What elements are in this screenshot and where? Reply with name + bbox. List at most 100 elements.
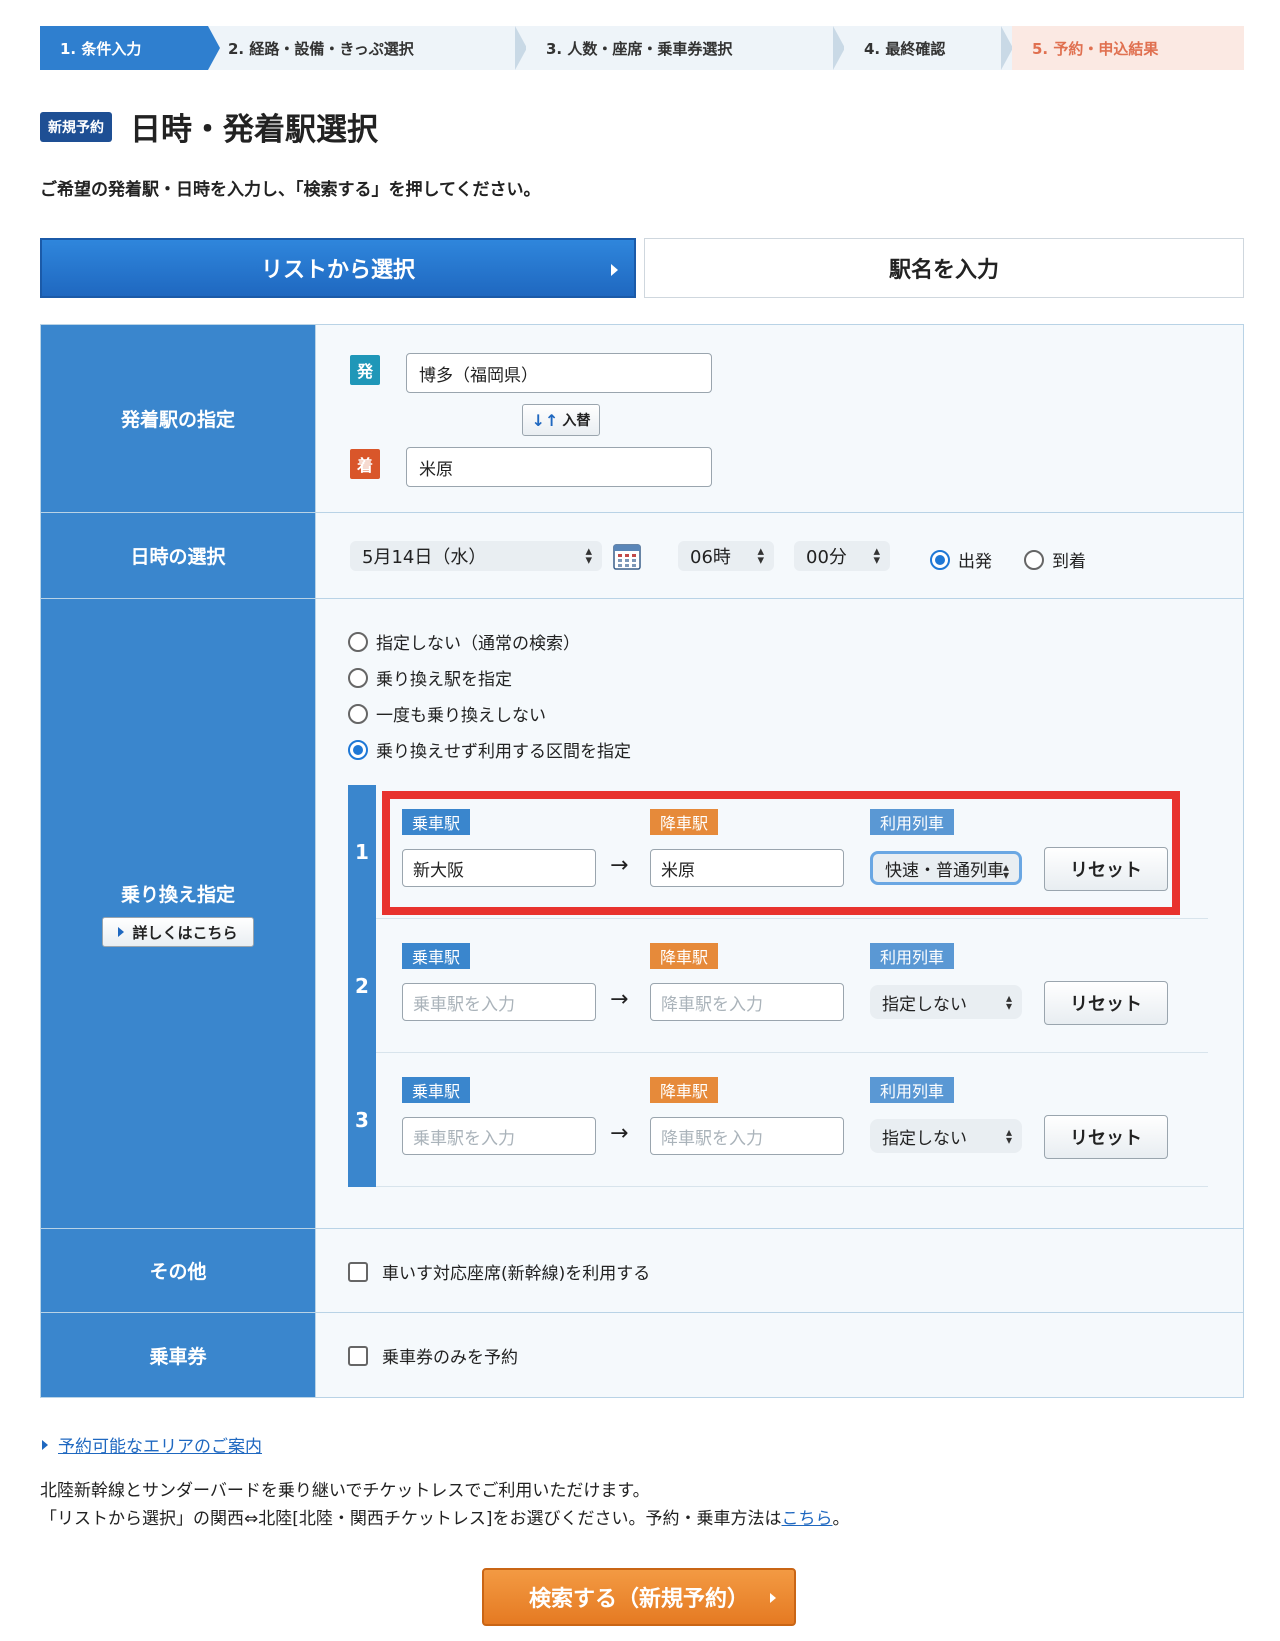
minute-value: 00分 (806, 547, 847, 568)
datetime-label-text: 日時の選択 (130, 546, 226, 568)
step-1: 1. 条件入力 (40, 26, 220, 70)
step-3: 3. 人数・座席・乗車券選択 (526, 26, 845, 70)
transfer-label-text: 乗り換え指定 (120, 884, 235, 906)
transfer-details-button[interactable]: 詳しくはこちら (102, 917, 254, 947)
alighting-station-value: 米原 (661, 860, 695, 881)
tab-select-from-list[interactable]: リストから選択 (40, 238, 636, 298)
calendar-icon[interactable] (612, 541, 642, 571)
step-5: 5. 予約・申込結果 (1012, 26, 1244, 70)
triangle-right-icon (770, 1593, 776, 1603)
boarding-station-input[interactable]: 新大阪 (402, 849, 596, 887)
step-3-label: 3. 人数・座席・乗車券選択 (546, 39, 733, 58)
datetime-row: 日時の選択 5月14日（水） ▴ ▾ 06時 ▴ ▾ 00分 ▴ ▾ 出発 到着 (41, 513, 1243, 599)
reset-label: リセット (1070, 994, 1142, 1015)
departure-radio-label: 出発 (958, 552, 992, 572)
triangle-right-icon (611, 264, 618, 276)
train-tag: 利用列車 (870, 943, 955, 969)
boarding-station-placeholder: 乗車駅を入力 (413, 1128, 515, 1149)
arrow-right-icon: → (610, 853, 629, 878)
arrival-station-value: 米原 (419, 459, 453, 480)
date-value: 5月14日（水） (362, 547, 487, 568)
transfer-option-label: 一度も乗り換えしない (376, 706, 546, 726)
alighting-station-placeholder: 降車駅を入力 (661, 994, 763, 1015)
alighting-station-placeholder: 降車駅を入力 (661, 1128, 763, 1149)
ticket-label: 乗車券 (41, 1313, 316, 1397)
reset-button[interactable]: リセット (1044, 1115, 1168, 1159)
stations-content: 発 博多（福岡県） ↓↑ 入替 着 米原 (316, 325, 1243, 512)
ticket-only-label: 乗車券のみを予約 (382, 1348, 518, 1368)
transfer-option-label: 乗り換え駅を指定 (376, 670, 512, 690)
train-select-value: 指定しない (882, 1128, 967, 1149)
tab-enter-station-name-label: 駅名を入力 (888, 258, 999, 283)
step-5-label: 5. 予約・申込結果 (1032, 39, 1159, 58)
boarding-station-input[interactable]: 乗車駅を入力 (402, 1117, 596, 1155)
minute-select[interactable]: 00分 ▴ ▾ (794, 541, 890, 571)
alighting-station-input[interactable]: 降車駅を入力 (650, 983, 844, 1021)
train-select-value: 指定しない (882, 994, 967, 1015)
note-text-2-prefix: 「リストから選択」の関西⇔北陸[北陸・関西チケットレス]をお選びください。予約・… (40, 1509, 782, 1529)
boarding-station-tag: 乗車駅 (402, 809, 471, 835)
train-select[interactable]: 快速・普通列車 ▴ ▾ (870, 851, 1022, 885)
reset-button[interactable]: リセット (1044, 981, 1168, 1025)
step-4-label: 4. 最終確認 (864, 39, 946, 58)
note-text-2-suffix: 。 (832, 1509, 850, 1529)
segment-number: 2 (348, 919, 376, 1053)
radio-dot (348, 631, 368, 652)
ticket-only-checkbox[interactable]: 乗車券のみを予約 (348, 1343, 518, 1368)
arrival-radio[interactable]: 到着 (1024, 547, 1086, 572)
chevron-updown-icon: ▴ ▾ (873, 544, 880, 568)
boarding-station-input[interactable]: 乗車駅を入力 (402, 983, 596, 1021)
new-reservation-badge: 新規予約 (40, 111, 112, 142)
transfer-option-transfer-station[interactable]: 乗り換え駅を指定 (348, 665, 512, 690)
here-link[interactable]: こちら (782, 1509, 833, 1529)
page-title: 日時・発着駅選択 (130, 112, 378, 148)
other-content: 車いす対応座席(新幹線)を利用する (316, 1229, 1243, 1312)
transfer-option-none[interactable]: 指定しない（通常の検索） (348, 629, 580, 654)
alighting-station-input[interactable]: 降車駅を入力 (650, 1117, 844, 1155)
triangle-right-icon (42, 1439, 48, 1450)
swap-stations-button[interactable]: ↓↑ 入替 (522, 404, 600, 436)
alighting-station-input[interactable]: 米原 (650, 849, 844, 887)
reset-button[interactable]: リセット (1044, 847, 1168, 891)
step-2: 2. 経路・設備・きっぷ選択 (208, 26, 527, 70)
swap-label: 入替 (562, 413, 591, 429)
wheelchair-checkbox[interactable]: 車いす対応座席(新幹線)を利用する (348, 1259, 650, 1284)
step-4: 4. 最終確認 (844, 26, 1013, 70)
arrival-radio-label: 到着 (1052, 552, 1086, 572)
search-button-label: 検索する（新規予約） (528, 1587, 749, 1612)
arrow-right-icon: → (610, 987, 629, 1012)
departure-station-input[interactable]: 博多（福岡県） (406, 353, 712, 393)
transfer-option-no-transfer[interactable]: 一度も乗り換えしない (348, 701, 546, 726)
transfer-content: 指定しない（通常の検索） 乗り換え駅を指定 一度も乗り換えしない 乗り換えせず利… (316, 599, 1243, 1228)
triangle-right-icon (118, 927, 125, 937)
tab-enter-station-name[interactable]: 駅名を入力 (644, 238, 1244, 298)
radio-dot (348, 703, 368, 724)
step-1-label: 1. 条件入力 (60, 39, 142, 58)
transfer-option-segment[interactable]: 乗り換えせず利用する区間を指定 (348, 737, 631, 762)
chevron-updown-icon: ▴ ▾ (1005, 991, 1012, 1013)
train-select[interactable]: 指定しない ▴ ▾ (870, 1119, 1022, 1153)
segment-row-1: 1 乗車駅 降車駅 利用列車 新大阪 → 米原 快速・普通列車 ▴ ▾ リセット (348, 785, 1208, 919)
instruction-text: ご希望の発着駅・日時を入力し、「検索する」を押してください。 (40, 180, 541, 200)
boarding-station-tag: 乗車駅 (402, 1077, 471, 1103)
train-select[interactable]: 指定しない ▴ ▾ (870, 985, 1022, 1019)
reset-label: リセット (1070, 1128, 1142, 1149)
other-row: その他 車いす対応座席(新幹線)を利用する (41, 1229, 1243, 1313)
segment-row-3: 3 乗車駅 降車駅 利用列車 乗車駅を入力 → 降車駅を入力 指定しない ▴ ▾ リ… (348, 1053, 1208, 1187)
hour-value: 06時 (690, 547, 731, 568)
radio-dot (930, 549, 950, 570)
area-guide-link[interactable]: 予約可能なエリアのご案内 (58, 1432, 262, 1457)
ticket-label-text: 乗車券 (149, 1345, 207, 1368)
search-button[interactable]: 検索する（新規予約） (482, 1568, 796, 1626)
segment-number: 3 (348, 1053, 376, 1187)
date-select[interactable]: 5月14日（水） ▴ ▾ (350, 541, 602, 571)
arrival-badge: 着 (350, 449, 380, 479)
ticket-content: 乗車券のみを予約 (316, 1313, 1243, 1397)
chevron-updown-icon: ▴ ▾ (1002, 860, 1009, 882)
departure-radio[interactable]: 出発 (930, 547, 992, 572)
transfer-details-label: 詳しくはこちら (132, 923, 238, 942)
transfer-row: 乗り換え指定 詳しくはこちら 指定しない（通常の検索） 乗り換え駅を指定 一度も… (41, 599, 1243, 1229)
title-row: 新規予約 日時・発着駅選択 (40, 104, 378, 149)
arrival-station-input[interactable]: 米原 (406, 447, 712, 487)
hour-select[interactable]: 06時 ▴ ▾ (678, 541, 774, 571)
